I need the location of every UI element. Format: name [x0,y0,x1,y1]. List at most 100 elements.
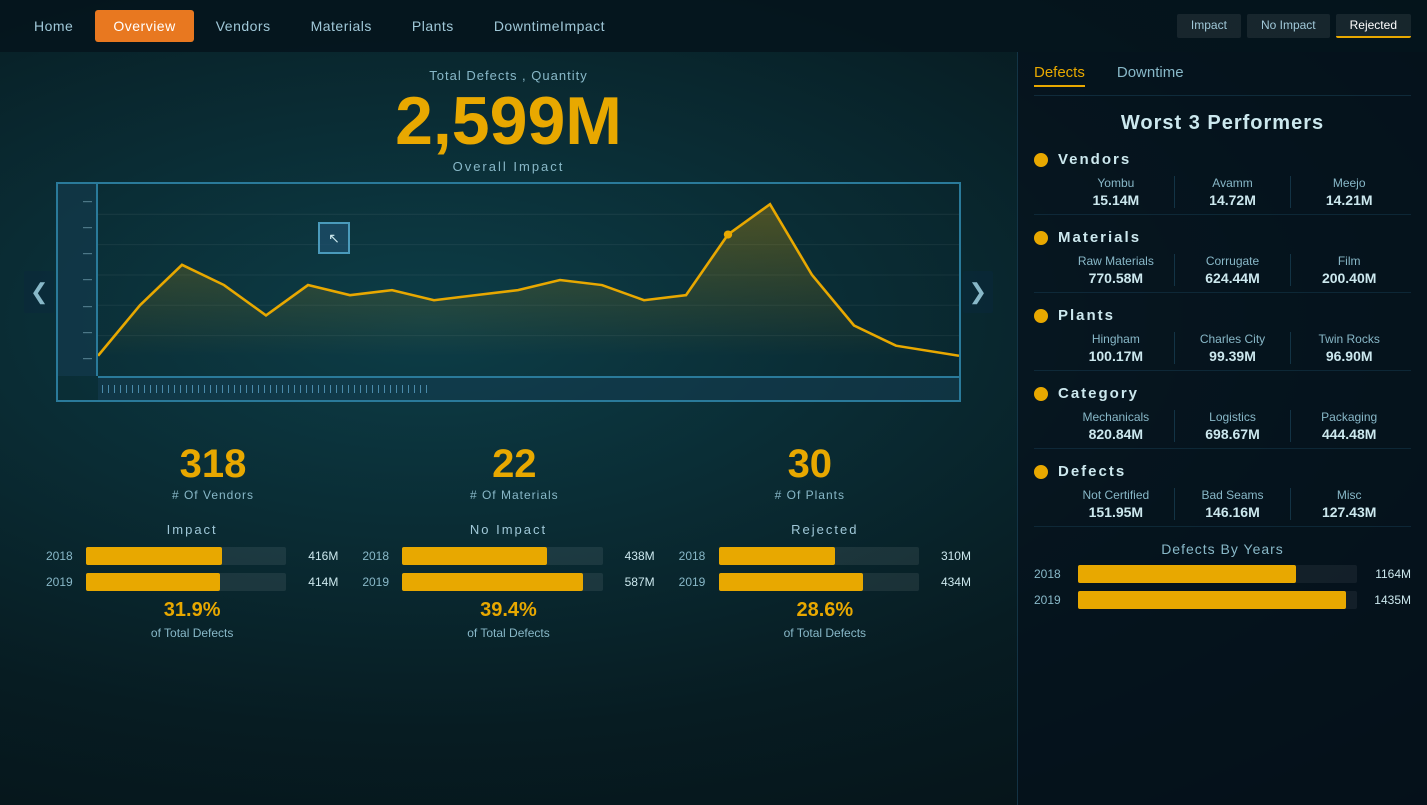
dby-bar-track [1078,565,1357,583]
perf-item: Charles City 99.39M [1174,332,1291,364]
perf-items: Not Certified 151.95M Bad Seams 146.16M … [1034,488,1411,520]
y-axis: — — — — — — — [58,184,98,376]
perf-value: 127.43M [1291,504,1407,520]
perf-value: 100.17M [1058,348,1174,364]
chart-title: Total Defects , Quantity [24,68,993,83]
stat-label: # Of Plants [775,488,845,502]
perf-name: Meejo [1291,176,1407,190]
perf-name: Yombu [1058,176,1174,190]
bar-value: 438M [611,549,655,563]
y-tick: — [83,197,92,206]
nav-overview[interactable]: Overview [95,10,193,42]
cursor-icon: ↖ [328,230,340,247]
bar-track [719,573,919,591]
perf-item: Yombu 15.14M [1058,176,1174,208]
bar-group-title: No Impact [362,522,654,537]
perf-header: Plants [1034,307,1411,324]
nav-materials[interactable]: Materials [293,10,390,42]
prev-arrow[interactable]: ❮ [24,271,54,313]
perf-header: Defects [1034,463,1411,480]
bar-summary: 39.4% of Total Defects [362,599,654,640]
top-nav: Home Overview Vendors Materials Plants D… [0,0,1427,52]
perf-name: Not Certified [1058,488,1174,502]
next-arrow[interactable]: ❯ [963,271,993,313]
bar-percent-label: of Total Defects [46,626,338,640]
perf-divider [1034,526,1411,527]
perf-name: Twin Rocks [1291,332,1407,346]
performer-section-defects: Defects Not Certified 151.95M Bad Seams … [1034,463,1411,527]
bar-value: 434M [927,575,971,589]
dby-year: 2019 [1034,593,1070,607]
perf-name: Avamm [1175,176,1291,190]
stat-number: 22 [470,444,559,484]
y-tick: — [83,223,92,232]
bar-percent-label: of Total Defects [679,626,971,640]
nav-vendors[interactable]: Vendors [198,10,289,42]
cursor-marker: ↖ [318,222,350,254]
bar-fill [402,547,546,565]
bar-percent: 39.4% [480,599,537,621]
perf-value: 96.90M [1291,348,1407,364]
performer-section-category: Category Mechanicals 820.84M Logistics 6… [1034,385,1411,449]
dby-value: 1164M [1365,567,1411,581]
nav-downtime[interactable]: DowntimeImpact [476,10,623,42]
tab-downtime[interactable]: Downtime [1117,64,1184,87]
bar-track [86,573,286,591]
perf-dot [1034,231,1048,245]
tab-defects[interactable]: Defects [1034,64,1085,87]
perf-header: Vendors [1034,151,1411,168]
bar-group-title: Impact [46,522,338,537]
bar-value: 416M [294,549,338,563]
left-panel: Total Defects , Quantity 2,599M Overall … [0,52,1017,805]
perf-divider [1034,370,1411,371]
nav-home[interactable]: Home [16,10,91,42]
bar-row: 2019 434M [679,573,971,591]
perf-value: 14.21M [1291,192,1407,208]
stat-number: 30 [775,444,845,484]
bar-row: 2019 587M [362,573,654,591]
bar-summary: 31.9% of Total Defects [46,599,338,640]
filter-rejected[interactable]: Rejected [1336,14,1411,38]
bar-fill [719,573,863,591]
perf-name: Bad Seams [1175,488,1291,502]
stat-label: # Of Materials [470,488,559,502]
x-tick [426,385,432,393]
x-axis [98,376,959,400]
bar-year: 2018 [362,549,394,563]
bar-group-title: Rejected [679,522,971,537]
y-tick: — [83,275,92,284]
perf-item: Corrugate 624.44M [1174,254,1291,286]
perf-items: Mechanicals 820.84M Logistics 698.67M Pa… [1034,410,1411,442]
perf-item: Hingham 100.17M [1058,332,1174,364]
nav-plants[interactable]: Plants [394,10,472,42]
perf-item: Logistics 698.67M [1174,410,1291,442]
perf-value: 200.40M [1291,270,1407,286]
perf-value: 770.58M [1058,270,1174,286]
stat-item: 22 # Of Materials [470,444,559,502]
perf-name: Raw Materials [1058,254,1174,268]
stat-item: 318 # Of Vendors [172,444,254,502]
bar-year: 2019 [679,575,711,589]
perf-category: Category [1058,385,1139,402]
dby-row: 2019 1435M [1034,591,1411,609]
bar-year: 2018 [46,549,78,563]
bar-group: Rejected 2018 310M 2019 434M 28.6% of To… [667,522,983,640]
bar-row: 2018 416M [46,547,338,565]
perf-divider [1034,292,1411,293]
perf-category: Materials [1058,229,1141,246]
line-chart: — — — — — — — [56,182,961,402]
perf-header: Category [1034,385,1411,402]
filter-no-impact[interactable]: No Impact [1247,14,1330,38]
bar-group: Impact 2018 416M 2019 414M 31.9% of Tota… [34,522,350,640]
perf-name: Charles City [1175,332,1291,346]
worst-title: Worst 3 Performers [1034,112,1411,135]
total-defects: 2,599M [24,87,993,155]
perf-value: 14.72M [1175,192,1291,208]
perf-items: Yombu 15.14M Avamm 14.72M Meejo 14.21M [1034,176,1411,208]
bar-row: 2019 414M [46,573,338,591]
filter-impact[interactable]: Impact [1177,14,1241,38]
bar-percent: 31.9% [164,599,221,621]
perf-divider [1034,448,1411,449]
overall-impact-label: Overall Impact [24,159,993,174]
perf-name: Packaging [1291,410,1407,424]
